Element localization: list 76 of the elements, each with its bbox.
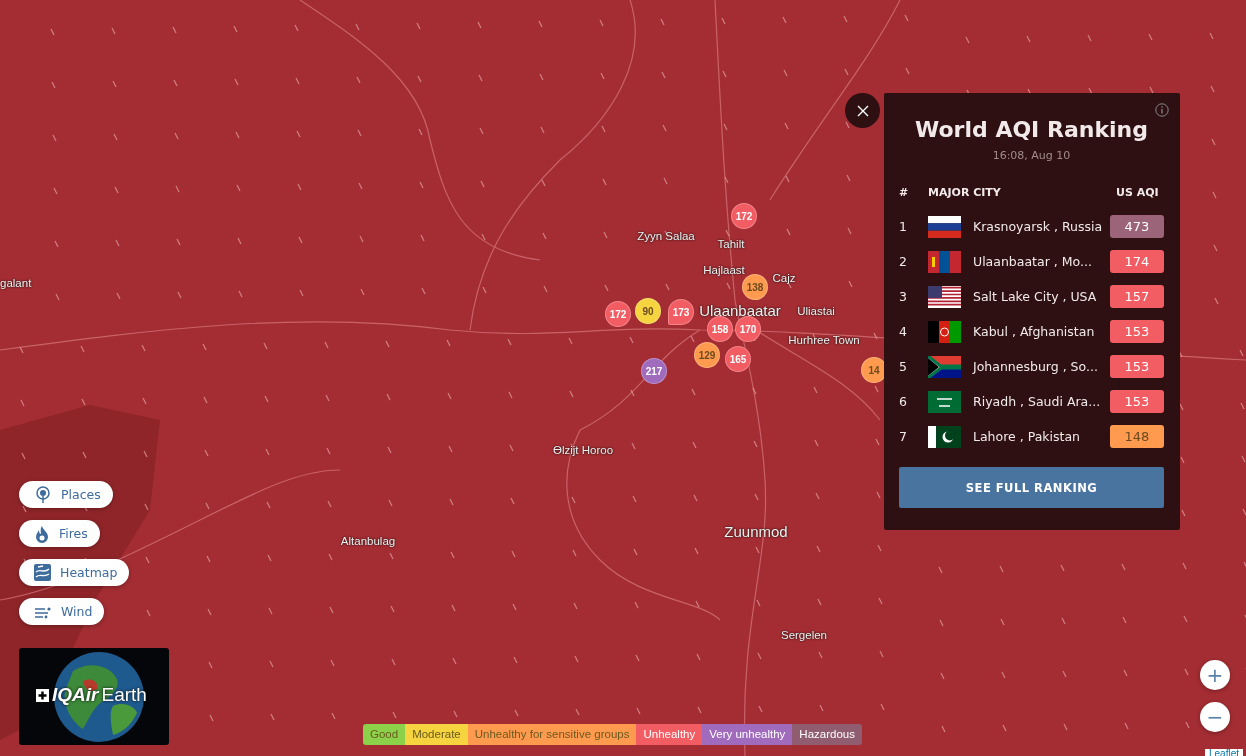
aqi-badge: 153 [1110, 320, 1164, 343]
place-label: Hajlaast [703, 264, 745, 276]
rank-number: 2 [899, 254, 908, 269]
aqi-badge: 473 [1110, 215, 1164, 238]
legend-item: Good [363, 724, 406, 745]
rank-number: 3 [899, 289, 908, 304]
zoom-in-button[interactable]: + [1200, 660, 1230, 690]
aqi-marker[interactable]: 158 [707, 316, 733, 342]
location-pin-icon [34, 485, 52, 504]
flag-icon [928, 355, 961, 378]
aqi-marker[interactable]: 217 [641, 358, 667, 384]
flag-icon [928, 215, 961, 238]
rank-number: 5 [899, 359, 908, 374]
place-label: Zyyn Salaa [637, 230, 695, 242]
aqi-marker[interactable]: 14 [861, 357, 887, 383]
place-label: Hurhree Town [788, 334, 860, 346]
place-label: Ɵlzijt Horoo [552, 444, 614, 456]
aqi-marker[interactable]: 138 [742, 274, 768, 300]
flag-icon [928, 425, 961, 448]
layer-button[interactable]: Fires [19, 520, 100, 547]
info-icon[interactable] [1155, 103, 1169, 117]
place-label: Cajz [772, 272, 796, 284]
city-name[interactable]: Kabul , Afghanistan [973, 324, 1110, 339]
flag-icon [928, 320, 961, 343]
layer-button[interactable]: Places [19, 481, 113, 508]
column-header: MAJOR CITY [928, 185, 1002, 199]
city-name[interactable]: Lahore , Pakistan [973, 429, 1110, 444]
aqi-marker[interactable]: 170 [735, 316, 761, 342]
heatmap-icon [34, 564, 51, 581]
city-name[interactable]: Salt Lake City , USA [973, 289, 1110, 304]
rank-number: 7 [899, 429, 908, 444]
aqi-marker[interactable]: 90 [635, 298, 661, 324]
place-label: Tahilt [717, 238, 745, 250]
legend-item: Unhealthy [636, 724, 703, 745]
place-label: Sergelen [781, 629, 827, 641]
flag-icon [928, 285, 961, 308]
plus-icon [36, 688, 49, 702]
city-name[interactable]: Riyadh , Saudi Ara... [973, 394, 1110, 409]
flag-icon [928, 390, 961, 413]
layer-button[interactable]: Heatmap [19, 559, 130, 586]
aqi-marker[interactable]: 172 [731, 203, 757, 229]
aqi-badge: 153 [1110, 355, 1164, 378]
layer-button[interactable]: Wind [19, 598, 105, 625]
aqi-badge: 153 [1110, 390, 1164, 413]
place-label: Uliastai [797, 305, 835, 317]
aqi-marker[interactable]: 165 [725, 346, 751, 372]
aqi-badge: 148 [1110, 425, 1164, 448]
legend-item: Moderate [405, 724, 468, 745]
aqi-marker[interactable]: 129 [694, 342, 720, 368]
column-header: US AQI [1116, 185, 1160, 199]
place-label: Altanbulag [340, 535, 396, 547]
place-label: Ulaanbaatar [699, 301, 781, 319]
zoom-out-button[interactable]: − [1200, 702, 1230, 732]
update-time: 16:08, Aug 10 [991, 149, 1072, 162]
close-icon [856, 104, 869, 117]
flag-icon [928, 250, 961, 273]
legend-item: Unhealthy for sensitive groups [467, 724, 637, 745]
city-name[interactable]: Ulaanbaatar , Mo... [973, 254, 1110, 269]
city-name[interactable]: Johannesburg , So... [973, 359, 1110, 374]
column-header: # [899, 185, 910, 199]
legend-item: Very unhealthy [702, 724, 793, 745]
aqi-badge: 174 [1110, 250, 1164, 273]
flame-icon [34, 524, 50, 543]
see-full-ranking-button[interactable]: SEE FULL RANKING [899, 467, 1164, 508]
aqi-pin-marker[interactable]: 173 [668, 299, 694, 325]
city-name[interactable]: Krasnoyarsk , Russia [973, 219, 1110, 234]
rank-number: 6 [899, 394, 908, 409]
aqi-badge: 157 [1110, 285, 1164, 308]
rank-number: 1 [899, 219, 908, 234]
panel-title: World AQI Ranking [914, 116, 1149, 144]
place-label: galant [0, 277, 32, 289]
place-label: Zuunmod [724, 522, 788, 540]
aqi-marker[interactable]: 172 [605, 301, 631, 327]
rank-number: 4 [899, 324, 908, 339]
close-button[interactable] [845, 93, 880, 128]
legend-item: Hazardous [792, 724, 862, 745]
